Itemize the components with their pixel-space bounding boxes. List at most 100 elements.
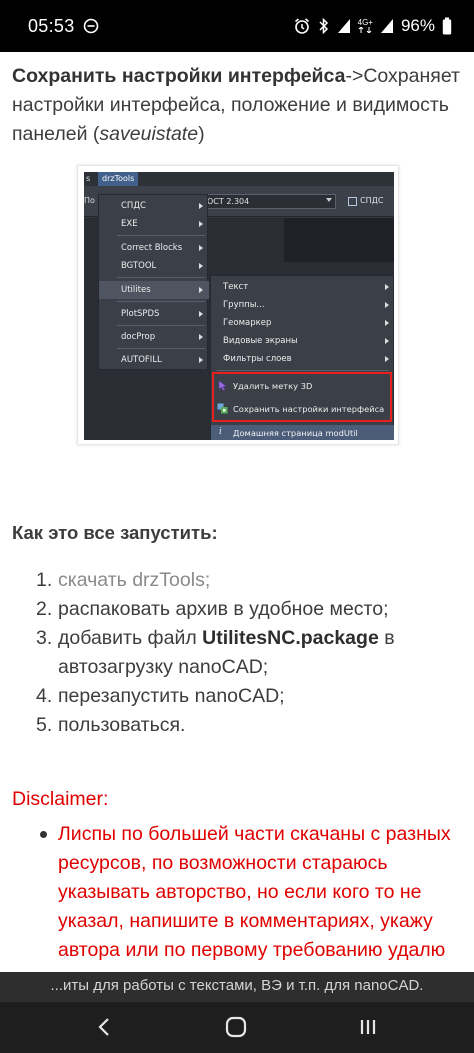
menu-item-autofill: AUTOFILL bbox=[99, 351, 209, 369]
package-name: UtilitesNC.package bbox=[202, 627, 379, 649]
howto-heading: Как это все запустить: bbox=[12, 522, 218, 543]
chevron-right-icon bbox=[199, 221, 203, 227]
submenu-cmd-label: Домашняя страница modUtil bbox=[233, 428, 358, 438]
submenu-item-label: Текст bbox=[223, 282, 249, 292]
menu-item-spds: СПДС bbox=[99, 197, 209, 215]
menu-item-utilites: Utilites bbox=[99, 281, 209, 299]
bluetooth-icon bbox=[318, 17, 330, 35]
submenu-item-label: Фильтры слоев bbox=[223, 354, 292, 364]
step-number: 5. bbox=[36, 714, 53, 736]
submenu-item-text: Текст bbox=[211, 278, 394, 296]
step-item: 2. распаковать архив в удобное место; bbox=[36, 595, 466, 624]
menu-separator bbox=[117, 277, 205, 278]
feature-title: Сохранить настройки интерфейса bbox=[12, 65, 346, 87]
step-text: перезапустить nanoCAD; bbox=[58, 685, 285, 707]
chevron-right-icon bbox=[385, 338, 389, 344]
disclaimer-item: Лиспы по большей части скачаны с разных … bbox=[40, 820, 460, 972]
menu-item-label: Correct Blocks bbox=[121, 243, 183, 253]
article-content[interactable]: Сохранить настройки интерфейса->Сохраняе… bbox=[0, 52, 474, 972]
chevron-right-icon bbox=[385, 356, 389, 362]
menu-item-label: EXE bbox=[121, 219, 138, 229]
menu-item-exe: EXE bbox=[99, 215, 209, 233]
menu-item-label: СПДС bbox=[121, 201, 146, 211]
status-left: 05:53 bbox=[28, 16, 99, 37]
menu-separator bbox=[217, 370, 389, 371]
menu-item-docprop: docProp bbox=[99, 328, 209, 346]
cad-menu-drztools: drzTools bbox=[98, 172, 139, 186]
chevron-right-icon bbox=[199, 287, 203, 293]
navigation-bar bbox=[0, 1002, 474, 1053]
cad-drawing-area-dark bbox=[284, 218, 394, 262]
cad-spds-button: СПДС bbox=[346, 194, 394, 209]
submenu-item-label: Группы... bbox=[223, 300, 265, 310]
cad-drztools-menu: СПДС EXE Correct Blocks BGTOOL Utilites … bbox=[98, 194, 209, 370]
menu-item-plotspds: PlotSPDS bbox=[99, 305, 209, 323]
disclaimer-list: Лиспы по большей части скачаны с разных … bbox=[40, 820, 460, 972]
network-label: 4G+ bbox=[357, 18, 373, 27]
chevron-right-icon bbox=[199, 245, 203, 251]
feature-close: ) bbox=[198, 123, 205, 145]
cad-spds-label: СПДС bbox=[360, 196, 384, 205]
highlight-frame bbox=[212, 372, 392, 422]
recent-apps-icon bbox=[360, 1020, 376, 1034]
status-bar: 05:53 4G+ 96% bbox=[0, 0, 474, 52]
menu-item-correct-blocks: Correct Blocks bbox=[99, 239, 209, 257]
menu-item-label: Utilites bbox=[121, 285, 151, 295]
step-number: 4. bbox=[36, 685, 53, 707]
step-number: 1. bbox=[36, 569, 53, 591]
submenu-item-label: Видовые экраны bbox=[223, 336, 298, 346]
chevron-right-icon bbox=[199, 334, 203, 340]
battery-icon bbox=[442, 17, 452, 35]
submenu-item-layer-filters: Фильтры слоев bbox=[211, 350, 394, 368]
feature-description: Сохранить настройки интерфейса->Сохраняе… bbox=[12, 62, 464, 149]
disclaimer-heading: Disclaimer: bbox=[12, 788, 109, 810]
feature-command: saveuistate bbox=[99, 123, 199, 145]
menu-separator bbox=[117, 325, 205, 326]
signal-strength-icon bbox=[380, 18, 394, 34]
menu-separator bbox=[117, 348, 205, 349]
chevron-right-icon bbox=[199, 263, 203, 269]
step-text: пользоваться. bbox=[58, 714, 186, 736]
image-caption-bar[interactable]: ...иты для работы с текстами, ВЭ и т.п. … bbox=[0, 972, 474, 1002]
menu-item-label: docProp bbox=[121, 332, 156, 342]
chevron-right-icon bbox=[199, 203, 203, 209]
download-link[interactable]: скачать drzTools; bbox=[58, 569, 210, 591]
menu-item-label: PlotSPDS bbox=[121, 309, 160, 319]
signal-icon bbox=[337, 18, 351, 34]
cad-menubar: s drzTools bbox=[84, 172, 394, 186]
network-4g-icon: 4G+ bbox=[358, 19, 373, 33]
chevron-down-icon bbox=[326, 198, 332, 202]
cad-menu-label: s bbox=[86, 174, 91, 183]
status-right: 4G+ 96% bbox=[293, 16, 452, 36]
step-number: 2. bbox=[36, 598, 53, 620]
howto-steps: 1. скачать drzTools; 2. распаковать архи… bbox=[36, 566, 466, 740]
menu-item-label: AUTOFILL bbox=[121, 355, 162, 365]
bullet-dot bbox=[40, 831, 47, 838]
alarm-icon bbox=[293, 17, 311, 35]
cad-style-dropdown: ОСТ 2.304 bbox=[202, 194, 336, 209]
do-not-disturb-icon bbox=[83, 18, 99, 34]
recent-apps-button[interactable] bbox=[348, 1012, 388, 1042]
chevron-right-icon bbox=[385, 284, 389, 290]
back-icon bbox=[98, 1018, 109, 1036]
submenu-item-viewports: Видовые экраны bbox=[211, 332, 394, 350]
step-text: добавить файл bbox=[58, 627, 203, 649]
step-number: 3. bbox=[36, 627, 53, 649]
cad-menu-screenshot[interactable]: s drzTools По ОСТ 2.304 СПДС СПДС EXE Co… bbox=[77, 165, 399, 445]
caption-text: ...иты для работы с текстами, ВЭ и т.п. … bbox=[50, 977, 424, 994]
chevron-right-icon bbox=[199, 357, 203, 363]
cad-toolbar-left: По bbox=[84, 196, 95, 205]
back-button[interactable] bbox=[84, 1012, 124, 1042]
step-text: распаковать архив в удобное место; bbox=[58, 598, 389, 620]
home-button[interactable] bbox=[216, 1012, 256, 1042]
step-item: 1. скачать drzTools; bbox=[36, 566, 466, 595]
step-item: 5. пользоваться. bbox=[36, 711, 466, 740]
step-item: 3. добавить файл UtilitesNC.package в ав… bbox=[36, 624, 466, 682]
submenu-item-geomarker: Геомаркер bbox=[211, 314, 394, 332]
info-icon: i bbox=[219, 427, 222, 437]
menu-separator bbox=[117, 235, 205, 236]
chevron-right-icon bbox=[199, 311, 203, 317]
spds-icon bbox=[348, 197, 357, 206]
cad-window: s drzTools По ОСТ 2.304 СПДС СПДС EXE Co… bbox=[84, 172, 394, 440]
submenu-cmd-home-page: i Домашняя страница modUtil bbox=[211, 425, 394, 440]
